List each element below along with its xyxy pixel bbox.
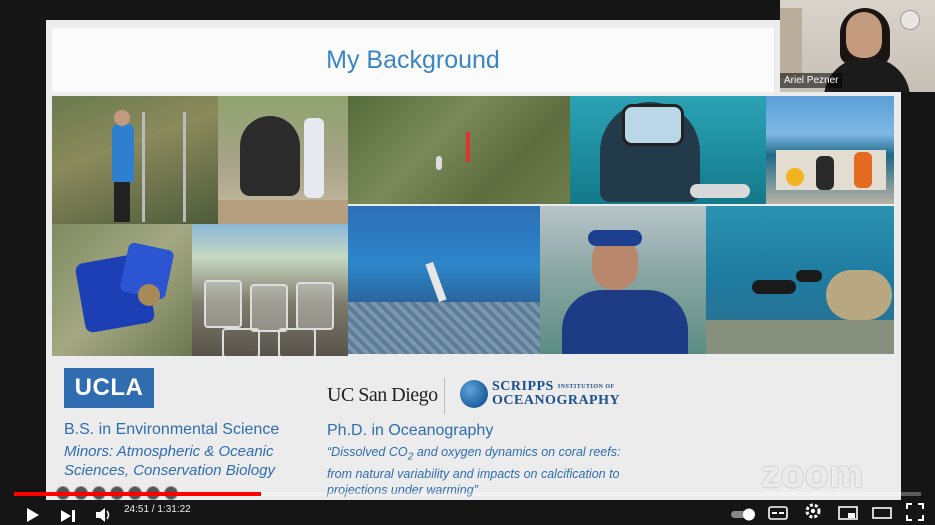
scripps-logo: SCRIPPS INSTITUTION OF OCEANOGRAPHY bbox=[492, 380, 620, 408]
progress-bar-fill bbox=[14, 492, 261, 496]
photo-boat-team bbox=[766, 96, 894, 204]
volume-icon[interactable] bbox=[95, 504, 113, 525]
presentation-slide: My Background UCLA B.S. in Environmental… bbox=[46, 20, 901, 500]
slide-title-bar: My Background bbox=[52, 28, 774, 92]
next-icon[interactable] bbox=[60, 505, 76, 525]
theater-mode-icon[interactable] bbox=[872, 502, 892, 524]
cam-wall-emblem bbox=[900, 10, 920, 30]
slide-title: My Background bbox=[326, 46, 500, 74]
zoom-watermark: zoom bbox=[761, 454, 865, 496]
settings-gear-icon[interactable] bbox=[804, 500, 822, 522]
phd-dissertation-quote: “Dissolved CO2 and oxygen dynamics on co… bbox=[327, 444, 647, 498]
webcam-participant-name: Ariel Pezner bbox=[780, 73, 843, 88]
scripps-globe-icon bbox=[460, 380, 488, 408]
autoplay-toggle-icon[interactable] bbox=[730, 503, 758, 525]
miniplayer-icon[interactable] bbox=[838, 502, 858, 524]
photo-diver-selfie bbox=[570, 96, 766, 204]
progress-bar[interactable] bbox=[14, 492, 921, 496]
photo-researcher-on-ladder bbox=[52, 96, 218, 224]
photo-snorkeler-portrait bbox=[540, 206, 706, 354]
subtitles-icon[interactable] bbox=[768, 502, 788, 524]
webcam-thumbnail[interactable]: Ariel Pezner bbox=[780, 0, 935, 92]
photo-bear-statue bbox=[218, 96, 348, 224]
video-player[interactable]: My Background UCLA B.S. in Environmental… bbox=[0, 0, 935, 525]
phd-quote-pre: “Dissolved CO bbox=[327, 445, 408, 459]
cam-background-shelf bbox=[780, 8, 802, 78]
scripps-logo-line1: SCRIPPS bbox=[492, 379, 554, 394]
photo-freediver-reef bbox=[348, 206, 540, 354]
bs-minors-text: Minors: Atmospheric & Oceanic Sciences, … bbox=[64, 443, 275, 479]
scripps-logo-inst: INSTITUTION OF bbox=[557, 384, 615, 390]
photo-experiment-containers bbox=[192, 224, 348, 356]
phd-degree-title: Ph.D. in Oceanography bbox=[327, 422, 494, 439]
play-icon[interactable] bbox=[26, 504, 40, 525]
ucsd-logo: UC San Diego bbox=[327, 384, 438, 406]
time-display: 24:51 / 1:31:22 bbox=[124, 504, 191, 515]
photo-divers-on-reef bbox=[706, 206, 894, 354]
photo-blue-coral-structure bbox=[52, 224, 192, 356]
cam-person-face bbox=[846, 12, 882, 58]
ucla-logo: UCLA bbox=[64, 368, 154, 408]
fullscreen-icon[interactable] bbox=[906, 501, 924, 523]
logo-divider bbox=[444, 378, 445, 414]
photo-seagrass-overhead bbox=[348, 96, 570, 204]
scripps-logo-line2: OCEANOGRAPHY bbox=[492, 393, 621, 408]
bs-degree-title: B.S. in Environmental Science bbox=[64, 421, 280, 438]
